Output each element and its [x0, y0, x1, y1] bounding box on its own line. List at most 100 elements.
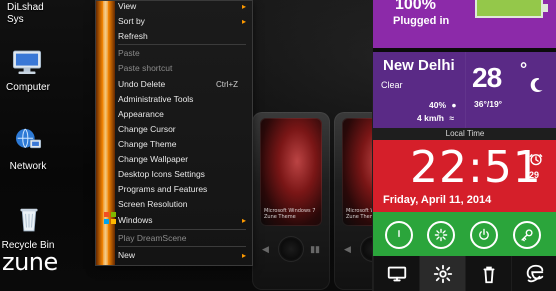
context-menu-item-label: Appearance	[118, 109, 164, 119]
context-menu-item-label: Administrative Tools	[118, 94, 194, 104]
device-screen-1: Microsoft Windows 7 Zune Theme	[260, 118, 322, 226]
dock-internet-explorer[interactable]	[511, 256, 556, 291]
context-menu-item-play-dreamscene[interactable]: Play DreamScene	[118, 231, 248, 246]
battery-tile[interactable]: 100% Plugged in	[373, 0, 556, 48]
humidity-value: 40%	[429, 100, 447, 110]
context-menu-item-label: Change Wallpaper	[118, 154, 189, 164]
desktop-user-name-line-1: DiLshad	[7, 2, 44, 13]
settings-gear-icon	[433, 264, 453, 283]
context-menu-item-desktop-icons-settings[interactable]: Desktop Icons Settings	[118, 167, 248, 182]
shutdown-button[interactable]	[470, 221, 498, 249]
standby-icon	[398, 230, 400, 238]
standby-button[interactable]	[385, 221, 413, 249]
context-menu-item-label: Undo Delete	[118, 79, 166, 89]
restart-button[interactable]	[427, 221, 455, 249]
dock-settings[interactable]	[419, 256, 466, 291]
context-menu-item-label: Windows	[118, 215, 153, 225]
live-panel: 100% Plugged in New Delhi Clear 40% ● 4 …	[372, 0, 556, 291]
desktop-icon-label-network: Network	[9, 161, 47, 172]
context-menu-separator	[118, 229, 246, 230]
local-time-label: Local Time	[445, 129, 485, 138]
desktop-icon-label-computer: Computer	[6, 82, 50, 93]
weather-city: New Delhi	[383, 57, 455, 74]
context-menu-item-windows[interactable]: Windows ▸	[104, 212, 248, 228]
context-menu-item-label: Play DreamScene	[118, 233, 187, 243]
desktop: DiLshad Sys Computer Network Recycle Bin…	[0, 0, 556, 291]
context-menu-item-label: Change Theme	[118, 139, 177, 149]
weather-temperature-tile[interactable]: 28 ° 36°/19°	[465, 52, 556, 128]
battery-status: Plugged in	[393, 15, 450, 27]
context-menu-separator	[118, 44, 246, 45]
back-icon: ◀	[262, 243, 269, 254]
windows-logo-icon	[104, 212, 116, 229]
droplet-icon: ●	[451, 100, 457, 110]
moon-icon	[530, 78, 543, 92]
device-image-1: Microsoft Windows 7 Zune Theme ◀ ▮▮	[252, 112, 330, 290]
context-menu-item-label: Change Cursor	[118, 124, 176, 134]
context-menu-item-label: Paste shortcut	[118, 63, 173, 73]
context-menu-item-label: New	[118, 250, 136, 260]
degree-symbol: °	[520, 59, 528, 79]
context-menu-item-label: Refresh	[118, 31, 148, 41]
context-menu-item-paste-shortcut[interactable]: Paste shortcut	[118, 61, 248, 76]
wind-value: 4 km/h	[417, 113, 444, 123]
weather-temperature: 28	[472, 62, 502, 93]
clock-date: Friday, April 11, 2014	[383, 194, 492, 206]
local-time-header: Local Time	[373, 128, 556, 140]
context-menu-item-new[interactable]: New ▸	[118, 248, 248, 263]
weather-range: 36°/19°	[474, 99, 503, 109]
context-menu-item-screen-resolution[interactable]: Screen Resolution	[118, 197, 248, 212]
network-icon[interactable]	[10, 125, 44, 155]
context-menu-item-label: Sort by	[118, 16, 145, 26]
submenu-arrow-icon: ▸	[241, 17, 246, 26]
power-controls-tile	[373, 212, 556, 256]
context-menu-item-programs-and-features[interactable]: Programs and Features	[118, 182, 248, 197]
desktop-context-menu[interactable]: View ▸ Sort by ▸ Refresh Paste Paste sho…	[95, 0, 253, 266]
clock-tile[interactable]: 22:51 29 Friday, April 11, 2014	[373, 140, 556, 212]
wind-icon: ≈	[449, 113, 454, 123]
context-menu-item-label: Screen Resolution	[118, 199, 188, 209]
context-menu-item-change-theme[interactable]: Change Theme	[118, 137, 248, 152]
weather-wind: 4 km/h ≈	[417, 113, 454, 123]
display-icon	[387, 266, 407, 281]
context-menu-item-administrative-tools[interactable]: Administrative Tools	[118, 92, 248, 107]
context-menu-item-undo-delete[interactable]: Undo Delete Ctrl+Z	[118, 77, 248, 92]
recycle-bin-icon[interactable]	[12, 204, 46, 234]
context-menu-shortcut: Ctrl+Z	[216, 80, 238, 89]
desktop-user-name: DiLshad Sys	[7, 2, 51, 26]
context-menu-item-label: Programs and Features	[118, 184, 208, 194]
context-menu-item-paste[interactable]: Paste	[118, 46, 248, 61]
weather-location-tile[interactable]: New Delhi Clear 40% ● 4 km/h ≈	[373, 52, 465, 128]
play-pause-icon: ▮▮	[310, 243, 320, 254]
context-menu-item-label: View	[118, 1, 137, 11]
context-menu-item-change-wallpaper[interactable]: Change Wallpaper	[118, 152, 248, 167]
submenu-arrow-icon: ▸	[241, 2, 246, 11]
context-menu-item-view[interactable]: View ▸	[118, 1, 248, 14]
internet-explorer-icon	[526, 264, 544, 282]
alarm-clock-icon	[529, 154, 543, 166]
lock-button[interactable]	[513, 221, 541, 249]
weather-humidity: 40% ●	[429, 100, 457, 110]
context-menu-item-appearance[interactable]: Appearance	[118, 107, 248, 122]
recycle-bin-icon	[483, 266, 495, 283]
desktop-user-name-line-2: Sys	[7, 14, 24, 25]
context-menu-item-sort-by[interactable]: Sort by ▸	[118, 14, 248, 29]
clock-time: 22:51	[410, 142, 542, 193]
device-buttons-1: ◀ ▮▮	[262, 241, 320, 257]
battery-percent: 100%	[395, 0, 436, 13]
dock-display[interactable]	[373, 256, 420, 291]
back-icon: ◀	[344, 243, 351, 254]
computer-icon[interactable]	[10, 48, 44, 78]
submenu-arrow-icon: ▸	[241, 251, 246, 260]
zune-brand: zune	[2, 248, 58, 276]
context-menu-item-refresh[interactable]: Refresh	[118, 29, 248, 44]
submenu-arrow-icon: ▸	[241, 216, 246, 225]
context-menu-item-change-cursor[interactable]: Change Cursor	[118, 122, 248, 137]
weather-condition: Clear	[381, 80, 403, 90]
key-icon	[521, 229, 533, 242]
restart-icon	[434, 228, 448, 242]
bottom-dock	[373, 256, 556, 291]
dock-recycle-bin[interactable]	[465, 256, 512, 291]
alarm-day: 29	[529, 170, 540, 180]
context-menu-item-label: Desktop Icons Settings	[118, 169, 205, 179]
